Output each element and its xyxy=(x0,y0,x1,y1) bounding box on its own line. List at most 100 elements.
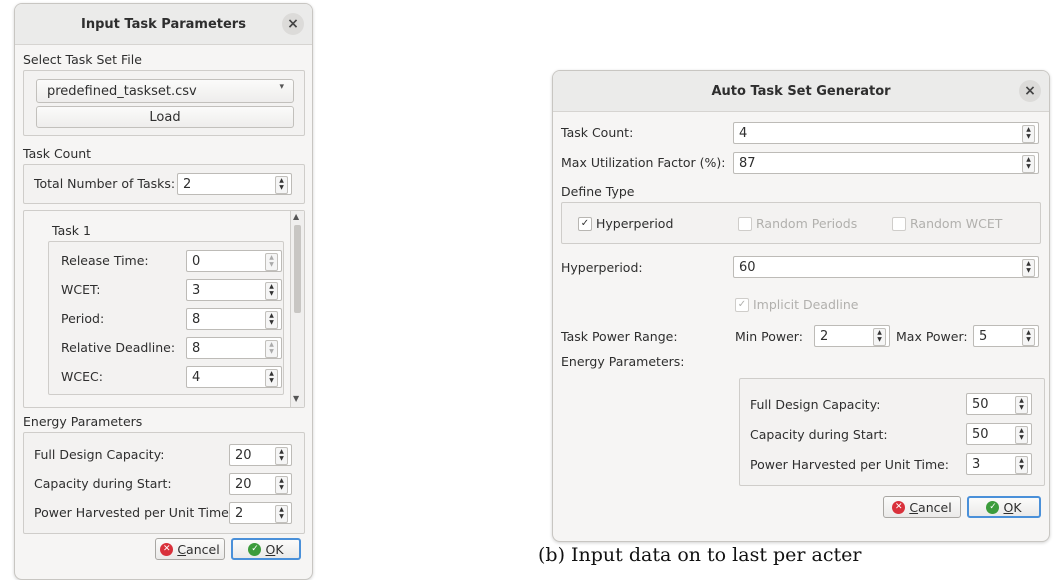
field-label-wcec: WCEC: xyxy=(61,369,103,384)
period-spinbox[interactable]: 8 ▲ ▼ xyxy=(186,308,282,330)
min-power-value: 2 xyxy=(820,329,829,344)
release-time-value: 0 xyxy=(192,254,201,269)
capacity-during-start-spinbox[interactable]: 20 ▲ ▼ xyxy=(229,473,292,495)
dialog-titlebar: Input Task Parameters × xyxy=(15,4,312,45)
implicit-deadline-label: Implicit Deadline xyxy=(753,297,859,312)
hyperperiod-checkbox-label: Hyperperiod xyxy=(596,216,674,231)
energy-label-capacity-start: Capacity during Start: xyxy=(750,427,888,442)
load-button[interactable]: Load xyxy=(36,106,294,128)
power-harvested-spinbox[interactable]: 2 ▲ ▼ xyxy=(229,502,292,524)
spin-arrows-icon[interactable]: ▲ ▼ xyxy=(1022,155,1035,173)
spin-arrows-icon[interactable]: ▲ ▼ xyxy=(275,447,288,465)
min-power-label: Min Power: xyxy=(735,329,803,344)
energy-section-label: Energy Parameters xyxy=(23,414,143,429)
spin-arrows-icon[interactable]: ▲ ▼ xyxy=(275,476,288,494)
check-icon: ✓ xyxy=(735,298,749,312)
spin-arrows-icon[interactable]: ▲ ▼ xyxy=(265,253,278,271)
task-count-spinbox[interactable]: 4 ▲ ▼ xyxy=(733,122,1039,144)
scrollbar-thumb[interactable] xyxy=(294,225,301,313)
random-wcet-label: Random WCET xyxy=(910,216,1003,231)
task-count-value: 4 xyxy=(739,126,748,141)
chevron-down-icon: ▾ xyxy=(279,82,284,92)
spin-arrows-icon[interactable]: ▲ ▼ xyxy=(873,328,886,346)
max-util-spinbox[interactable]: 87 ▲ ▼ xyxy=(733,152,1039,174)
full-design-capacity-spinbox[interactable]: 20 ▲ ▼ xyxy=(229,444,292,466)
scrollbar[interactable]: ▲ ▼ xyxy=(290,211,304,407)
total-tasks-label: Total Number of Tasks: xyxy=(34,176,176,191)
cancel-icon: ✕ xyxy=(892,500,906,514)
spin-arrows-icon[interactable]: ▲ ▼ xyxy=(275,505,288,523)
spin-arrows-icon[interactable]: ▲ ▼ xyxy=(1015,396,1028,414)
cancel-icon: ✕ xyxy=(160,542,174,556)
power-harvested-value: 2 xyxy=(235,506,244,521)
ok-button[interactable]: ✓ OK xyxy=(231,538,301,560)
min-power-spinbox[interactable]: 2 ▲ ▼ xyxy=(814,325,890,347)
power-harvested-spinbox[interactable]: 3 ▲ ▼ xyxy=(966,453,1032,475)
energy-label-power-harvested: Power Harvested per Unit Time: xyxy=(750,457,950,472)
spin-arrows-icon[interactable]: ▲ ▼ xyxy=(275,176,288,194)
dialog-titlebar: Auto Task Set Generator × xyxy=(553,71,1049,112)
energy-label-capacity-start: Capacity during Start: xyxy=(34,476,172,491)
power-harvested-value: 3 xyxy=(972,457,981,472)
spin-arrows-icon[interactable]: ▲ ▼ xyxy=(265,282,278,300)
spin-arrows-icon[interactable]: ▲ ▼ xyxy=(1022,328,1035,346)
cancel-button[interactable]: ✕ Cancel xyxy=(883,496,961,518)
spin-arrows-icon[interactable]: ▲ ▼ xyxy=(1022,259,1035,277)
field-label-period: Period: xyxy=(61,311,105,326)
release-time-spinbox[interactable]: 0 ▲ ▼ xyxy=(186,250,282,272)
hyperperiod-spinbox[interactable]: 60 ▲ ▼ xyxy=(733,256,1039,278)
file-select-value: predefined_taskset.csv xyxy=(47,84,197,99)
relative-deadline-spinbox[interactable]: 8 ▲ ▼ xyxy=(186,337,282,359)
spin-arrows-icon[interactable]: ▲ ▼ xyxy=(1022,125,1035,143)
random-periods-label: Random Periods xyxy=(756,216,858,231)
ok-label: OK xyxy=(1003,499,1022,515)
power-range-label: Task Power Range: xyxy=(561,329,678,344)
close-icon[interactable]: × xyxy=(282,13,304,35)
input-task-parameters-dialog: Input Task Parameters × Select Task Set … xyxy=(14,3,313,580)
close-icon[interactable]: × xyxy=(1019,80,1041,102)
ok-label: OK xyxy=(265,541,284,557)
cancel-button[interactable]: ✕ Cancel xyxy=(155,538,225,560)
energy-group: Full Design Capacity: 50 ▲ ▼ Capacity dur… xyxy=(739,378,1045,486)
capacity-during-start-value: 20 xyxy=(235,477,252,492)
spin-arrows-icon[interactable]: ▲ ▼ xyxy=(265,369,278,387)
total-tasks-value: 2 xyxy=(183,177,192,192)
capacity-during-start-spinbox[interactable]: 50 ▲ ▼ xyxy=(966,423,1032,445)
task-count-label: Task Count: xyxy=(561,125,634,140)
spin-arrows-icon[interactable]: ▲ ▼ xyxy=(265,311,278,329)
max-util-value: 87 xyxy=(739,156,756,171)
dialog-title: Auto Task Set Generator xyxy=(711,83,891,99)
max-power-spinbox[interactable]: 5 ▲ ▼ xyxy=(973,325,1039,347)
spin-arrows-icon[interactable]: ▲ ▼ xyxy=(1015,426,1028,444)
task-count-section-label: Task Count xyxy=(23,146,92,161)
dialog-title: Input Task Parameters xyxy=(81,16,246,32)
auto-task-set-generator-dialog: Auto Task Set Generator × Task Count: 4 … xyxy=(552,70,1050,542)
spin-arrows-icon[interactable]: ▲ ▼ xyxy=(265,340,278,358)
task-scroll-area: Task 1 Release Time: 0 ▲ ▼ WCET: 3 ▲ ▼ Per… xyxy=(23,210,305,408)
field-label-wcet: WCET: xyxy=(61,282,101,297)
max-power-value: 5 xyxy=(979,329,988,344)
file-select[interactable]: predefined_taskset.csv ▾ xyxy=(36,79,294,103)
wcec-spinbox[interactable]: 4 ▲ ▼ xyxy=(186,366,282,388)
energy-label-power-harvested: Power Harvested per Unit Time: xyxy=(34,505,234,520)
figure-caption-fragment: (b) Input data on to last per acter xyxy=(538,544,862,566)
scroll-down-icon[interactable]: ▼ xyxy=(293,394,299,403)
energy-label-full-design: Full Design Capacity: xyxy=(34,447,165,462)
scroll-up-icon[interactable]: ▲ xyxy=(293,212,299,221)
energy-group: Full Design Capacity: 20 ▲ ▼ Capacity dur… xyxy=(23,432,305,534)
checkbox-box xyxy=(738,217,752,231)
full-design-capacity-spinbox[interactable]: 50 ▲ ▼ xyxy=(966,393,1032,415)
task-fields-group: Release Time: 0 ▲ ▼ WCET: 3 ▲ ▼ Period: 8 … xyxy=(48,241,284,395)
ok-button[interactable]: ✓ OK xyxy=(967,496,1041,518)
field-label-relative-deadline: Relative Deadline: xyxy=(61,340,176,355)
spin-arrows-icon[interactable]: ▲ ▼ xyxy=(1015,456,1028,474)
full-design-capacity-value: 20 xyxy=(235,448,252,463)
wcet-spinbox[interactable]: 3 ▲ ▼ xyxy=(186,279,282,301)
task-count-group: Total Number of Tasks: 2 ▲ ▼ xyxy=(23,164,305,204)
period-value: 8 xyxy=(192,312,201,327)
total-tasks-spinbox[interactable]: 2 ▲ ▼ xyxy=(177,173,292,195)
energy-label-full-design: Full Design Capacity: xyxy=(750,397,881,412)
energy-parameters-label: Energy Parameters: xyxy=(561,354,685,369)
relative-deadline-value: 8 xyxy=(192,341,201,356)
cancel-label: Cancel xyxy=(177,541,220,557)
